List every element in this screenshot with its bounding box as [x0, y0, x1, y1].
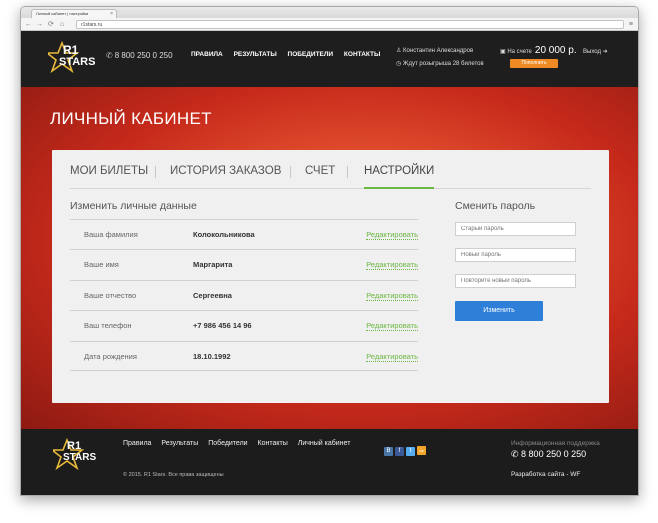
- user-icon: ♙: [396, 48, 404, 54]
- old-password-input[interactable]: [455, 222, 576, 236]
- page-title: ЛИЧНЫЙ КАБИНЕТ: [50, 109, 212, 128]
- row-label: Ваша фамилия: [84, 230, 138, 239]
- balance-amount: 20 000 р.: [534, 45, 577, 56]
- tab-divider: [155, 166, 156, 178]
- balance-label: На счете: [507, 49, 532, 55]
- support-label: Информационная поддержка: [511, 440, 600, 447]
- row-value: +7 986 456 14 96: [193, 321, 252, 331]
- footer-logo-top-text: R1: [67, 440, 82, 452]
- header-phone-number: 8 800 250 0 250: [114, 51, 173, 60]
- logout-label: Выход: [583, 49, 601, 55]
- support-phone-number: 8 800 250 0 250: [521, 449, 587, 459]
- personal-data-title: Изменить личные данные: [70, 200, 197, 212]
- row-value: Маргарита: [193, 260, 233, 270]
- logo-top-text: R1: [63, 43, 79, 57]
- footer-link-account[interactable]: Личный кабинет: [298, 440, 351, 447]
- browser-tab-title: Личный кабинет | настройки: [36, 11, 89, 16]
- home-icon[interactable]: ⌂: [60, 20, 64, 29]
- logo[interactable]: R1 STARS: [48, 41, 101, 77]
- user-name-line[interactable]: ♙ Константин Александров: [396, 45, 484, 58]
- balance: ▣ На счете 20 000 р.: [500, 45, 577, 56]
- nav-winners[interactable]: ПОБЕДИТЕЛИ: [288, 51, 334, 58]
- social-links: Bf t ok: [384, 439, 428, 457]
- tab-account[interactable]: СЧЕТ: [305, 163, 335, 189]
- account-panel: МОИ БИЛЕТЫ ИСТОРИЯ ЗАКАЗОВ СЧЕТ НАСТРОЙК…: [52, 150, 609, 403]
- logout-link[interactable]: Выход ➜: [583, 48, 608, 55]
- row-value: Колокольникова: [193, 230, 255, 239]
- table-row: Дата рождения 18.10.1992 Редактировать: [70, 340, 418, 371]
- table-row: Ваша фамилия Колокольникова Редактироват…: [70, 219, 418, 249]
- row-label: Ваше имя: [84, 260, 119, 270]
- new-password-input[interactable]: [455, 248, 576, 262]
- close-icon[interactable]: ×: [110, 10, 113, 18]
- phone-icon: ✆: [106, 51, 113, 60]
- reload-icon[interactable]: ⟳: [48, 20, 54, 29]
- address-bar[interactable]: r1stars.ru: [76, 20, 624, 29]
- twitter-icon[interactable]: t: [406, 447, 415, 456]
- header-phone[interactable]: ✆ 8 800 250 0 250: [106, 51, 173, 60]
- clock-icon: ◷: [396, 61, 403, 67]
- row-label: Дата рождения: [84, 351, 137, 361]
- row-value: Сергеевна: [193, 290, 232, 300]
- row-label: Ваш телефон: [84, 321, 132, 331]
- site-header: R1 STARS ✆ 8 800 250 0 250 ПРАВИЛА РЕЗУЛЬ…: [21, 31, 638, 87]
- tab-my-tickets[interactable]: МОИ БИЛЕТЫ: [70, 163, 148, 189]
- footer-logo-bottom-text: STARS: [63, 452, 97, 463]
- table-row: Ваш телефон +7 986 456 14 96 Редактирова…: [70, 310, 418, 340]
- nav-contacts[interactable]: КОНТАКТЫ: [344, 51, 380, 58]
- change-password-title: Сменить пароль: [455, 200, 536, 212]
- tab-settings[interactable]: НАСТРОЙКИ: [364, 163, 435, 189]
- edit-link[interactable]: Редактировать: [366, 230, 418, 240]
- edit-link[interactable]: Редактировать: [366, 291, 418, 301]
- footer-link-winners[interactable]: Победители: [208, 440, 247, 447]
- browser-window: Личный кабинет | настройки × ← → ⟳ ⌂ r1s…: [20, 6, 639, 496]
- support-phone[interactable]: ✆ 8 800 250 0 250: [511, 449, 586, 460]
- table-row: Ваше имя Маргарита Редактировать: [70, 249, 418, 279]
- developer-credit[interactable]: Разработка сайта - WF: [511, 471, 580, 478]
- vk-icon[interactable]: B: [384, 447, 393, 456]
- tab-order-history[interactable]: ИСТОРИЯ ЗАКАЗОВ: [170, 163, 281, 189]
- edit-link[interactable]: Редактировать: [366, 321, 418, 332]
- user-info: ♙ Константин Александров ◷ Ждут розыгрыш…: [396, 45, 484, 71]
- logout-icon: ➜: [600, 49, 608, 55]
- nav-rules[interactable]: ПРАВИЛА: [191, 51, 223, 58]
- table-row: Ваше отчество Сергеевна Редактировать: [70, 279, 418, 310]
- change-password-button[interactable]: Изменить: [455, 301, 543, 321]
- account-tabs: МОИ БИЛЕТЫ ИСТОРИЯ ЗАКАЗОВ СЧЕТ НАСТРОЙК…: [70, 163, 591, 189]
- tickets-line: ◷ Ждут розыгрыша 28 билетов: [396, 58, 484, 71]
- copyright: © 2015. R1 Stars. Все права защищены: [123, 472, 224, 478]
- tickets-waiting: Ждут розыгрыша 28 билетов: [402, 61, 484, 67]
- hero: ЛИЧНЫЙ КАБИНЕТ МОИ БИЛЕТЫ ИСТОРИЯ ЗАКАЗО…: [21, 87, 638, 429]
- facebook-icon[interactable]: f: [395, 447, 404, 456]
- site-footer: R1 STARS Правила Результаты Победители К…: [21, 429, 638, 495]
- footer-link-contacts[interactable]: Контакты: [258, 440, 288, 447]
- topup-button[interactable]: Пополнить: [510, 59, 558, 68]
- tab-divider: [347, 166, 348, 178]
- browser-tab[interactable]: Личный кабинет | настройки ×: [31, 9, 117, 18]
- footer-link-rules[interactable]: Правила: [123, 440, 151, 447]
- browser-menu-icon[interactable]: ≡: [629, 20, 633, 29]
- edit-link[interactable]: Редактировать: [366, 352, 418, 362]
- logo-bottom-text: STARS: [59, 56, 96, 68]
- main-nav: ПРАВИЛА РЕЗУЛЬТАТЫ ПОБЕДИТЕЛИ КОНТАКТЫ: [191, 51, 389, 58]
- phone-icon: ✆: [511, 449, 522, 459]
- edit-link[interactable]: Редактировать: [366, 260, 418, 271]
- browser-toolbar: ← → ⟳ ⌂ r1stars.ru ≡: [21, 18, 638, 31]
- user-name: Константин Александров: [403, 48, 474, 54]
- tab-divider: [290, 166, 291, 178]
- forward-icon[interactable]: →: [36, 20, 43, 29]
- footer-nav: Правила Результаты Победители Контакты Л…: [123, 440, 358, 447]
- personal-data-list: Ваша фамилия Колокольникова Редактироват…: [70, 219, 418, 371]
- back-icon[interactable]: ←: [25, 20, 32, 29]
- site: R1 STARS ✆ 8 800 250 0 250 ПРАВИЛА РЕЗУЛЬ…: [21, 31, 638, 495]
- tab-bar: Личный кабинет | настройки ×: [21, 7, 638, 18]
- repeat-password-input[interactable]: [455, 274, 576, 288]
- footer-link-results[interactable]: Результаты: [161, 440, 198, 447]
- footer-logo[interactable]: R1 STARS: [53, 438, 105, 472]
- row-value: 18.10.1992: [193, 351, 231, 361]
- nav-results[interactable]: РЕЗУЛЬТАТЫ: [234, 51, 277, 58]
- row-label: Ваше отчество: [84, 290, 137, 300]
- odnoklassniki-icon[interactable]: ok: [417, 446, 426, 455]
